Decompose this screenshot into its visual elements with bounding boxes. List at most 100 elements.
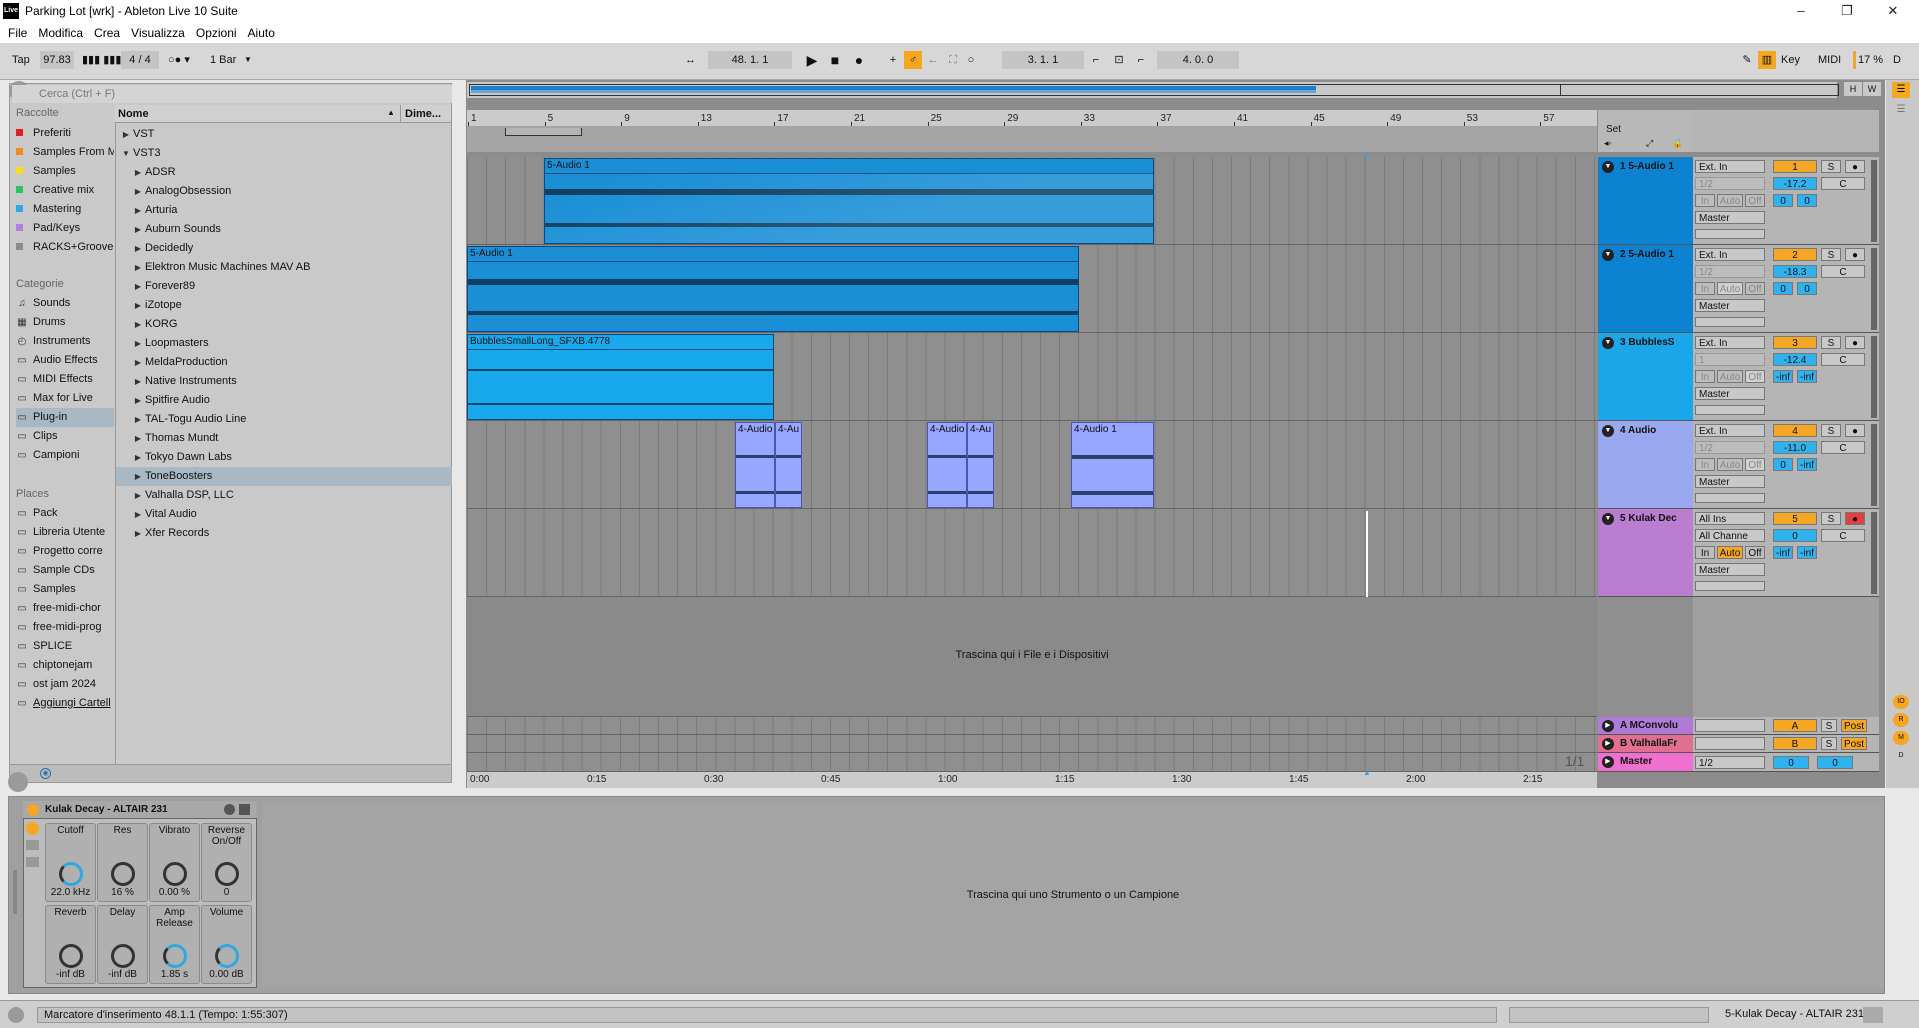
draw-mode-icon[interactable]: ✎	[1738, 51, 1756, 69]
monitor-off-button[interactable]: Off	[1745, 370, 1765, 383]
column-name-header[interactable]: Nome	[118, 108, 149, 120]
menu-file[interactable]: File	[8, 26, 27, 40]
category-item[interactable]: ▭ Clips	[16, 427, 114, 446]
loop-brace-lane[interactable]: ▼	[467, 126, 1597, 161]
input-channel-select[interactable]: 1	[1695, 353, 1765, 366]
input-type-select[interactable]: Ext. In	[1695, 424, 1765, 437]
collection-item[interactable]: Samples From M	[16, 143, 114, 162]
pan-field[interactable]: C	[1821, 529, 1865, 542]
macro-knob[interactable]: Reverse On/Off 0	[201, 823, 252, 902]
browser-item[interactable]: ▶ Thomas Mundt	[116, 429, 452, 448]
solo-button[interactable]: S	[1821, 737, 1837, 750]
expand-arrow-icon[interactable]: ▶	[131, 372, 145, 391]
track-header[interactable]: ▼ 1 5-Audio 1	[1598, 157, 1693, 245]
session-record-button[interactable]: ○	[962, 51, 980, 69]
expand-icon[interactable]: ⤢	[1646, 138, 1653, 149]
expand-arrow-icon[interactable]: ▶	[131, 467, 145, 486]
punch-out-button[interactable]: ⌐	[1132, 51, 1150, 69]
browser-item[interactable]: ▶ Tokyo Dawn Labs	[116, 448, 452, 467]
expand-arrow-icon[interactable]: ▶	[131, 505, 145, 524]
knob-dial-icon[interactable]	[215, 944, 239, 968]
master-volume[interactable]: 0	[1773, 756, 1809, 769]
browser-item[interactable]: ▶ iZotope	[116, 296, 452, 315]
place-item[interactable]: ▭ SPLICE	[16, 637, 114, 656]
output-channel-select[interactable]	[1695, 229, 1765, 239]
browser-item[interactable]: ▶ Arturia	[116, 201, 452, 220]
send-b-field[interactable]: -inf	[1797, 546, 1817, 559]
collection-item[interactable]: Samples	[16, 162, 114, 181]
follow-icon[interactable]: ○● ▾	[168, 51, 190, 69]
category-item[interactable]: ▭ Plug-in	[16, 408, 114, 427]
time-ruler[interactable]: 0:00 0:15 0:30 0:45 1:00 1:15 1:30 1:45 2:00 2:15…	[467, 768, 1597, 788]
return-track-header[interactable]: ▶ A MConvolu	[1598, 717, 1693, 735]
knob-dial-icon[interactable]	[59, 862, 83, 886]
place-item[interactable]: ▭ Aggiungi Cartell	[16, 694, 114, 713]
minimize-button[interactable]: –	[1778, 0, 1824, 22]
browser-item[interactable]: ▶ Native Instruments	[116, 372, 452, 391]
output-channel-select[interactable]	[1695, 405, 1765, 415]
return-output-select[interactable]	[1695, 719, 1765, 732]
back-to-arrangement-button[interactable]: ←	[924, 51, 942, 69]
browser-item[interactable]: ▶ KORG	[116, 315, 452, 334]
fold-icon[interactable]: ▼	[1602, 337, 1614, 349]
overview-bar[interactable]	[467, 82, 1839, 98]
expand-arrow-icon[interactable]: ▶	[131, 334, 145, 353]
monitor-auto-button[interactable]: Auto	[1717, 194, 1743, 207]
audio-clip-4a[interactable]: 4-Audio	[735, 422, 775, 508]
locator-prev-icon[interactable]: ◂◦	[1604, 138, 1612, 149]
arm-icon[interactable]: ●	[1845, 248, 1865, 261]
macro-knob[interactable]: Amp Release 1.85 s	[149, 905, 200, 984]
loop-length-field[interactable]: 4. 0. 0	[1157, 51, 1239, 69]
track-header[interactable]: ▼ 5 Kulak Dec	[1598, 509, 1693, 597]
audio-clip-4e[interactable]: 4-Audio 1	[1071, 422, 1154, 508]
position-field[interactable]: 48. 1. 1	[708, 51, 792, 69]
monitor-in-button[interactable]: In	[1695, 370, 1715, 383]
output-select[interactable]: Master	[1695, 475, 1765, 488]
monitor-off-button[interactable]: Off	[1745, 546, 1765, 559]
macro-knob[interactable]: Delay -inf dB	[97, 905, 148, 984]
browser-item[interactable]: ▶ VST	[116, 125, 452, 144]
master-track-header[interactable]: ▶ Master	[1598, 753, 1693, 772]
expand-arrow-icon[interactable]: ▶	[131, 448, 145, 467]
browser-item[interactable]: ▶ Spitfire Audio	[116, 391, 452, 410]
arm-icon[interactable]: ●	[1845, 160, 1865, 173]
send-b-field[interactable]: -inf	[1797, 458, 1817, 471]
return-output-select[interactable]	[1695, 737, 1765, 750]
expand-arrow-icon[interactable]: ▶	[131, 201, 145, 220]
overdub-button[interactable]: +	[884, 51, 902, 69]
audio-clip-1[interactable]: 5-Audio 1	[544, 158, 1154, 244]
monitor-in-button[interactable]: In	[1695, 194, 1715, 207]
monitor-off-button[interactable]: Off	[1745, 458, 1765, 471]
info-toggle-icon[interactable]	[8, 1007, 24, 1023]
drop-area[interactable]: Trascina qui i File e i Dispositivi	[467, 597, 1597, 717]
volume-field[interactable]: -18.3	[1773, 265, 1817, 278]
collection-item[interactable]: Pad/Keys	[16, 219, 114, 238]
solo-button[interactable]: S	[1821, 719, 1837, 732]
audio-clip-4b[interactable]: 4-Au	[775, 422, 802, 508]
expand-arrow-icon[interactable]: ▶	[131, 524, 145, 543]
input-channel-select[interactable]: 1/2	[1695, 177, 1765, 190]
groove-pool-icon[interactable]	[8, 772, 28, 792]
track-activator[interactable]: 1	[1773, 160, 1817, 173]
post-button[interactable]: Post	[1841, 737, 1867, 750]
track-activator[interactable]: 5	[1773, 512, 1817, 525]
send-b-field[interactable]: 0	[1797, 194, 1817, 207]
place-item[interactable]: ▭ free-midi-chor	[16, 599, 114, 618]
expand-arrow-icon[interactable]: ▶	[131, 391, 145, 410]
expand-arrow-icon[interactable]: ▶	[131, 258, 145, 277]
track-activator[interactable]: 3	[1773, 336, 1817, 349]
input-channel-select[interactable]: 1/2	[1695, 265, 1765, 278]
device-header[interactable]: Kulak Decay - ALTAIR 231	[23, 801, 257, 819]
collection-item[interactable]: RACKS+Groove	[16, 238, 114, 257]
place-item[interactable]: ▭ Pack	[16, 504, 114, 523]
sort-icon[interactable]: ▲	[387, 108, 395, 117]
fold-icon[interactable]: ▼	[1602, 249, 1614, 261]
category-item[interactable]: ▭ Campioni	[16, 446, 114, 465]
device-drop-area[interactable]: Trascina qui uno Strumento o un Campione	[262, 801, 1884, 988]
mixer-icon[interactable]: ☰	[1892, 102, 1910, 118]
expand-arrow-icon[interactable]: ▶	[131, 486, 145, 505]
knob-dial-icon[interactable]	[215, 862, 239, 886]
browser-item[interactable]: ▶ Decidedly	[116, 239, 452, 258]
hide-button[interactable]: H	[1844, 82, 1862, 96]
key-map-button[interactable]: Key	[1781, 51, 1800, 69]
